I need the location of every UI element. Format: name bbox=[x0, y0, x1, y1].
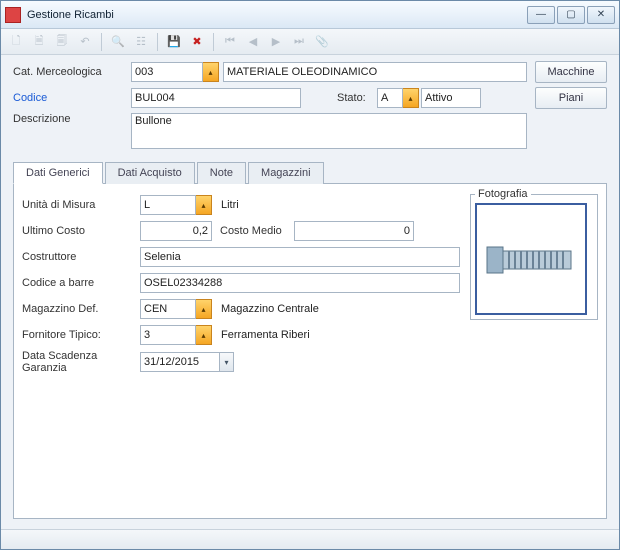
photo-box[interactable] bbox=[475, 203, 587, 315]
ultimo-costo-input[interactable] bbox=[140, 221, 212, 241]
fornitore-lookup-icon[interactable] bbox=[196, 325, 212, 345]
label-descrizione: Descrizione bbox=[13, 113, 131, 125]
cat-code-input[interactable] bbox=[131, 62, 203, 82]
stato-code-input[interactable] bbox=[377, 88, 403, 108]
tab-note[interactable]: Note bbox=[197, 162, 246, 184]
undo-icon[interactable]: ↶ bbox=[76, 33, 94, 51]
prev-icon[interactable]: ◀ bbox=[244, 33, 262, 51]
first-icon[interactable]: ⏮ bbox=[221, 33, 239, 51]
um-code-input[interactable] bbox=[140, 195, 196, 215]
open-icon[interactable]: 🗎 bbox=[30, 33, 48, 51]
window-buttons: — ▢ ✕ bbox=[527, 6, 615, 24]
label-cat: Cat. Merceologica bbox=[13, 66, 131, 78]
magazzino-desc bbox=[218, 299, 460, 319]
label-magazzino: Magazzino Def. bbox=[22, 303, 140, 315]
save-icon[interactable]: 💾 bbox=[165, 33, 183, 51]
last-icon[interactable]: ⏭ bbox=[290, 33, 308, 51]
label-codice[interactable]: Codice bbox=[13, 92, 131, 104]
tab-panel-generici: Unità di Misura Ultimo Costo Costo Medio… bbox=[13, 184, 607, 519]
date-picker-icon[interactable]: ▾ bbox=[220, 352, 234, 372]
um-lookup-icon[interactable] bbox=[196, 195, 212, 215]
magazzino-lookup-icon[interactable] bbox=[196, 299, 212, 319]
toolbar-separator bbox=[101, 33, 102, 51]
bolt-image bbox=[481, 229, 581, 289]
tabstrip: Dati Generici Dati Acquisto Note Magazzi… bbox=[13, 161, 607, 184]
label-scadenza: Data Scadenza Garanzia bbox=[22, 350, 140, 374]
label-ultimo-costo: Ultimo Costo bbox=[22, 225, 140, 237]
stato-lookup-icon[interactable] bbox=[403, 88, 419, 108]
new-icon[interactable]: 🗋 bbox=[7, 33, 25, 51]
copy-icon[interactable]: 🗐 bbox=[53, 33, 71, 51]
costruttore-input[interactable] bbox=[140, 247, 460, 267]
fornitore-code-input[interactable] bbox=[140, 325, 196, 345]
label-costruttore: Costruttore bbox=[22, 251, 140, 263]
toolbar: 🗋 🗎 🗐 ↶ 🔍 ☷ 💾 ✖ ⏮ ◀ ▶ ⏭ 📎 bbox=[1, 29, 619, 55]
toolbar-separator bbox=[213, 33, 214, 51]
piani-button[interactable]: Piani bbox=[535, 87, 607, 109]
codice-input[interactable] bbox=[131, 88, 301, 108]
costo-medio-display bbox=[294, 221, 414, 241]
barcode-input[interactable] bbox=[140, 273, 460, 293]
label-stato: Stato: bbox=[337, 92, 377, 104]
next-icon[interactable]: ▶ bbox=[267, 33, 285, 51]
app-icon bbox=[5, 7, 21, 23]
cat-desc-input[interactable] bbox=[223, 62, 527, 82]
filter-icon[interactable]: ☷ bbox=[132, 33, 150, 51]
titlebar: Gestione Ricambi — ▢ ✕ bbox=[1, 1, 619, 29]
attach-icon[interactable]: 📎 bbox=[313, 33, 331, 51]
descrizione-input[interactable] bbox=[131, 113, 527, 149]
delete-icon[interactable]: ✖ bbox=[188, 33, 206, 51]
label-um: Unità di Misura bbox=[22, 199, 140, 211]
label-fornitore: Fornitore Tipico: bbox=[22, 329, 140, 341]
magazzino-code-input[interactable] bbox=[140, 299, 196, 319]
statusbar bbox=[1, 529, 619, 549]
macchine-button[interactable]: Macchine bbox=[535, 61, 607, 83]
content-area: Cat. Merceologica Codice Stato: Descrizi… bbox=[1, 55, 619, 529]
minimize-button[interactable]: — bbox=[527, 6, 555, 24]
label-costo-medio: Costo Medio bbox=[220, 225, 294, 237]
tab-magazzini[interactable]: Magazzini bbox=[248, 162, 324, 184]
photo-groupbox: Fotografia bbox=[470, 194, 598, 320]
tab-dati-generici[interactable]: Dati Generici bbox=[13, 162, 103, 184]
fornitore-desc bbox=[218, 325, 460, 345]
toolbar-separator bbox=[157, 33, 158, 51]
find-icon[interactable]: 🔍 bbox=[109, 33, 127, 51]
cat-lookup-icon[interactable] bbox=[203, 62, 219, 82]
stato-desc bbox=[421, 88, 481, 108]
um-desc bbox=[218, 195, 460, 215]
maximize-button[interactable]: ▢ bbox=[557, 6, 585, 24]
app-window: Gestione Ricambi — ▢ ✕ 🗋 🗎 🗐 ↶ 🔍 ☷ 💾 ✖ ⏮… bbox=[0, 0, 620, 550]
window-title: Gestione Ricambi bbox=[27, 9, 527, 21]
label-barcode: Codice a barre bbox=[22, 277, 140, 289]
tab-dati-acquisto[interactable]: Dati Acquisto bbox=[105, 162, 195, 184]
scadenza-input[interactable] bbox=[140, 352, 220, 372]
photo-legend: Fotografia bbox=[475, 188, 531, 200]
close-window-button[interactable]: ✕ bbox=[587, 6, 615, 24]
